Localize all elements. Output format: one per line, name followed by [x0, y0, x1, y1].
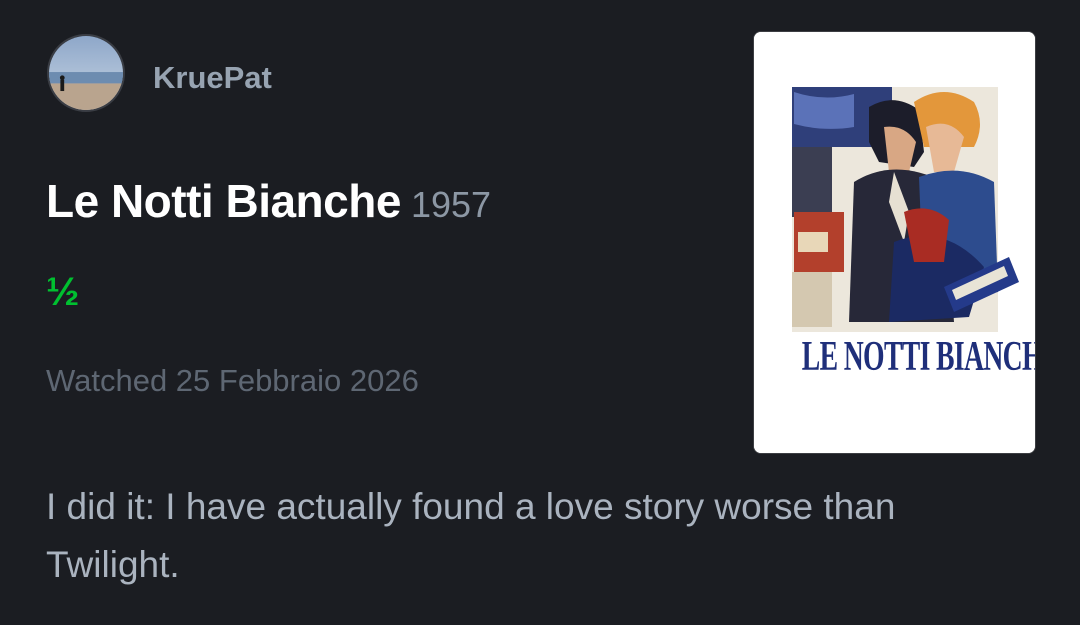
film-title-row: Le Notti Bianche 1957 — [46, 174, 491, 228]
review-text: I did it: I have actually found a love s… — [46, 486, 896, 585]
film-poster[interactable]: LE NOTTI BIANCHE — [754, 32, 1035, 453]
username[interactable]: KruePat — [153, 58, 272, 98]
film-title[interactable]: Le Notti Bianche — [46, 175, 401, 227]
star-rating: ½ — [46, 270, 80, 314]
avatar-photo — [49, 36, 123, 110]
watched-date: Watched 25 Febbraio 2026 — [46, 363, 419, 398]
review-card: KruePat Le Notti Bianche 1957 ½ Watched 2… — [0, 0, 1080, 625]
avatar[interactable] — [47, 34, 125, 112]
poster-title: LE NOTTI BIANCHE — [801, 334, 1035, 380]
poster-artwork — [754, 32, 1035, 453]
film-year[interactable]: 1957 — [411, 184, 491, 225]
